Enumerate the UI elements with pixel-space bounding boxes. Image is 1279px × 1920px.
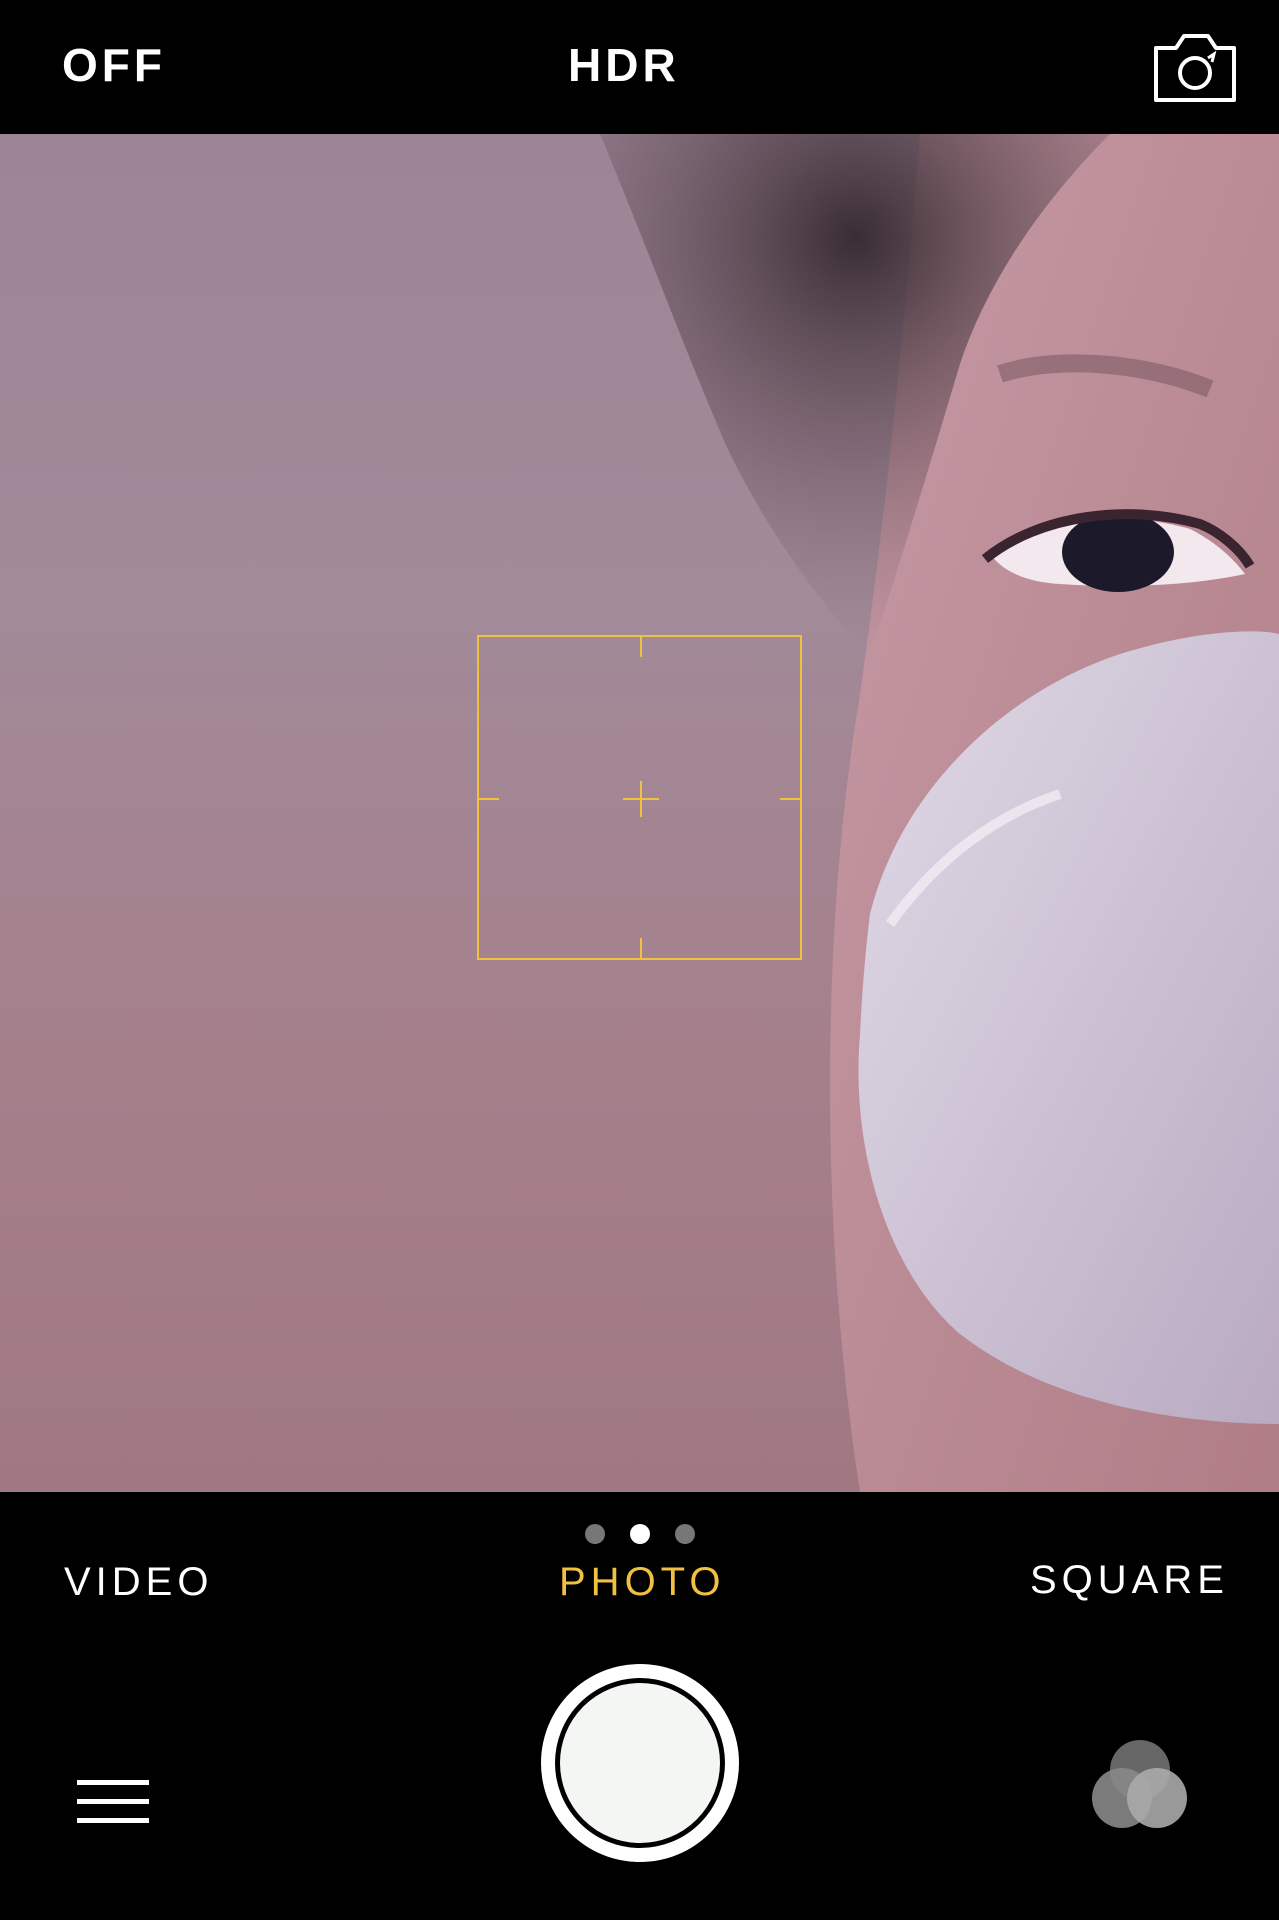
camera-flip-icon [1154, 34, 1236, 102]
focus-tick-left [479, 798, 499, 800]
hdr-toggle[interactable]: HDR [568, 38, 680, 92]
camera-flip-button[interactable] [1150, 28, 1240, 106]
shutter-button[interactable] [541, 1664, 739, 1862]
page-dot [675, 1524, 695, 1544]
page-dot [585, 1524, 605, 1544]
mode-photo[interactable]: PHOTO [559, 1560, 726, 1605]
focus-tick-top [640, 637, 642, 657]
hamburger-menu-icon-line [77, 1818, 149, 1823]
top-bar: OFF HDR [0, 0, 1279, 134]
page-indicator [585, 1522, 695, 1546]
flash-toggle[interactable]: OFF [62, 38, 166, 92]
menu-button[interactable] [77, 1778, 149, 1826]
shutter-inner [555, 1678, 725, 1848]
filters-button[interactable] [1085, 1738, 1195, 1838]
mode-video[interactable]: VIDEO [64, 1560, 213, 1605]
hamburger-menu-icon [77, 1780, 149, 1785]
focus-reticle [477, 635, 802, 960]
focus-tick-right [780, 798, 800, 800]
bottom-controls: VIDEO PHOTO SQUARE [0, 1492, 1279, 1920]
mode-square[interactable]: SQUARE [1030, 1558, 1229, 1603]
focus-tick-bottom [640, 938, 642, 958]
hamburger-menu-icon-line [77, 1799, 149, 1804]
page-dot-active [630, 1524, 650, 1544]
filters-icon [1092, 1740, 1187, 1828]
focus-crosshair-vertical [640, 781, 642, 817]
camera-viewfinder[interactable] [0, 134, 1279, 1492]
